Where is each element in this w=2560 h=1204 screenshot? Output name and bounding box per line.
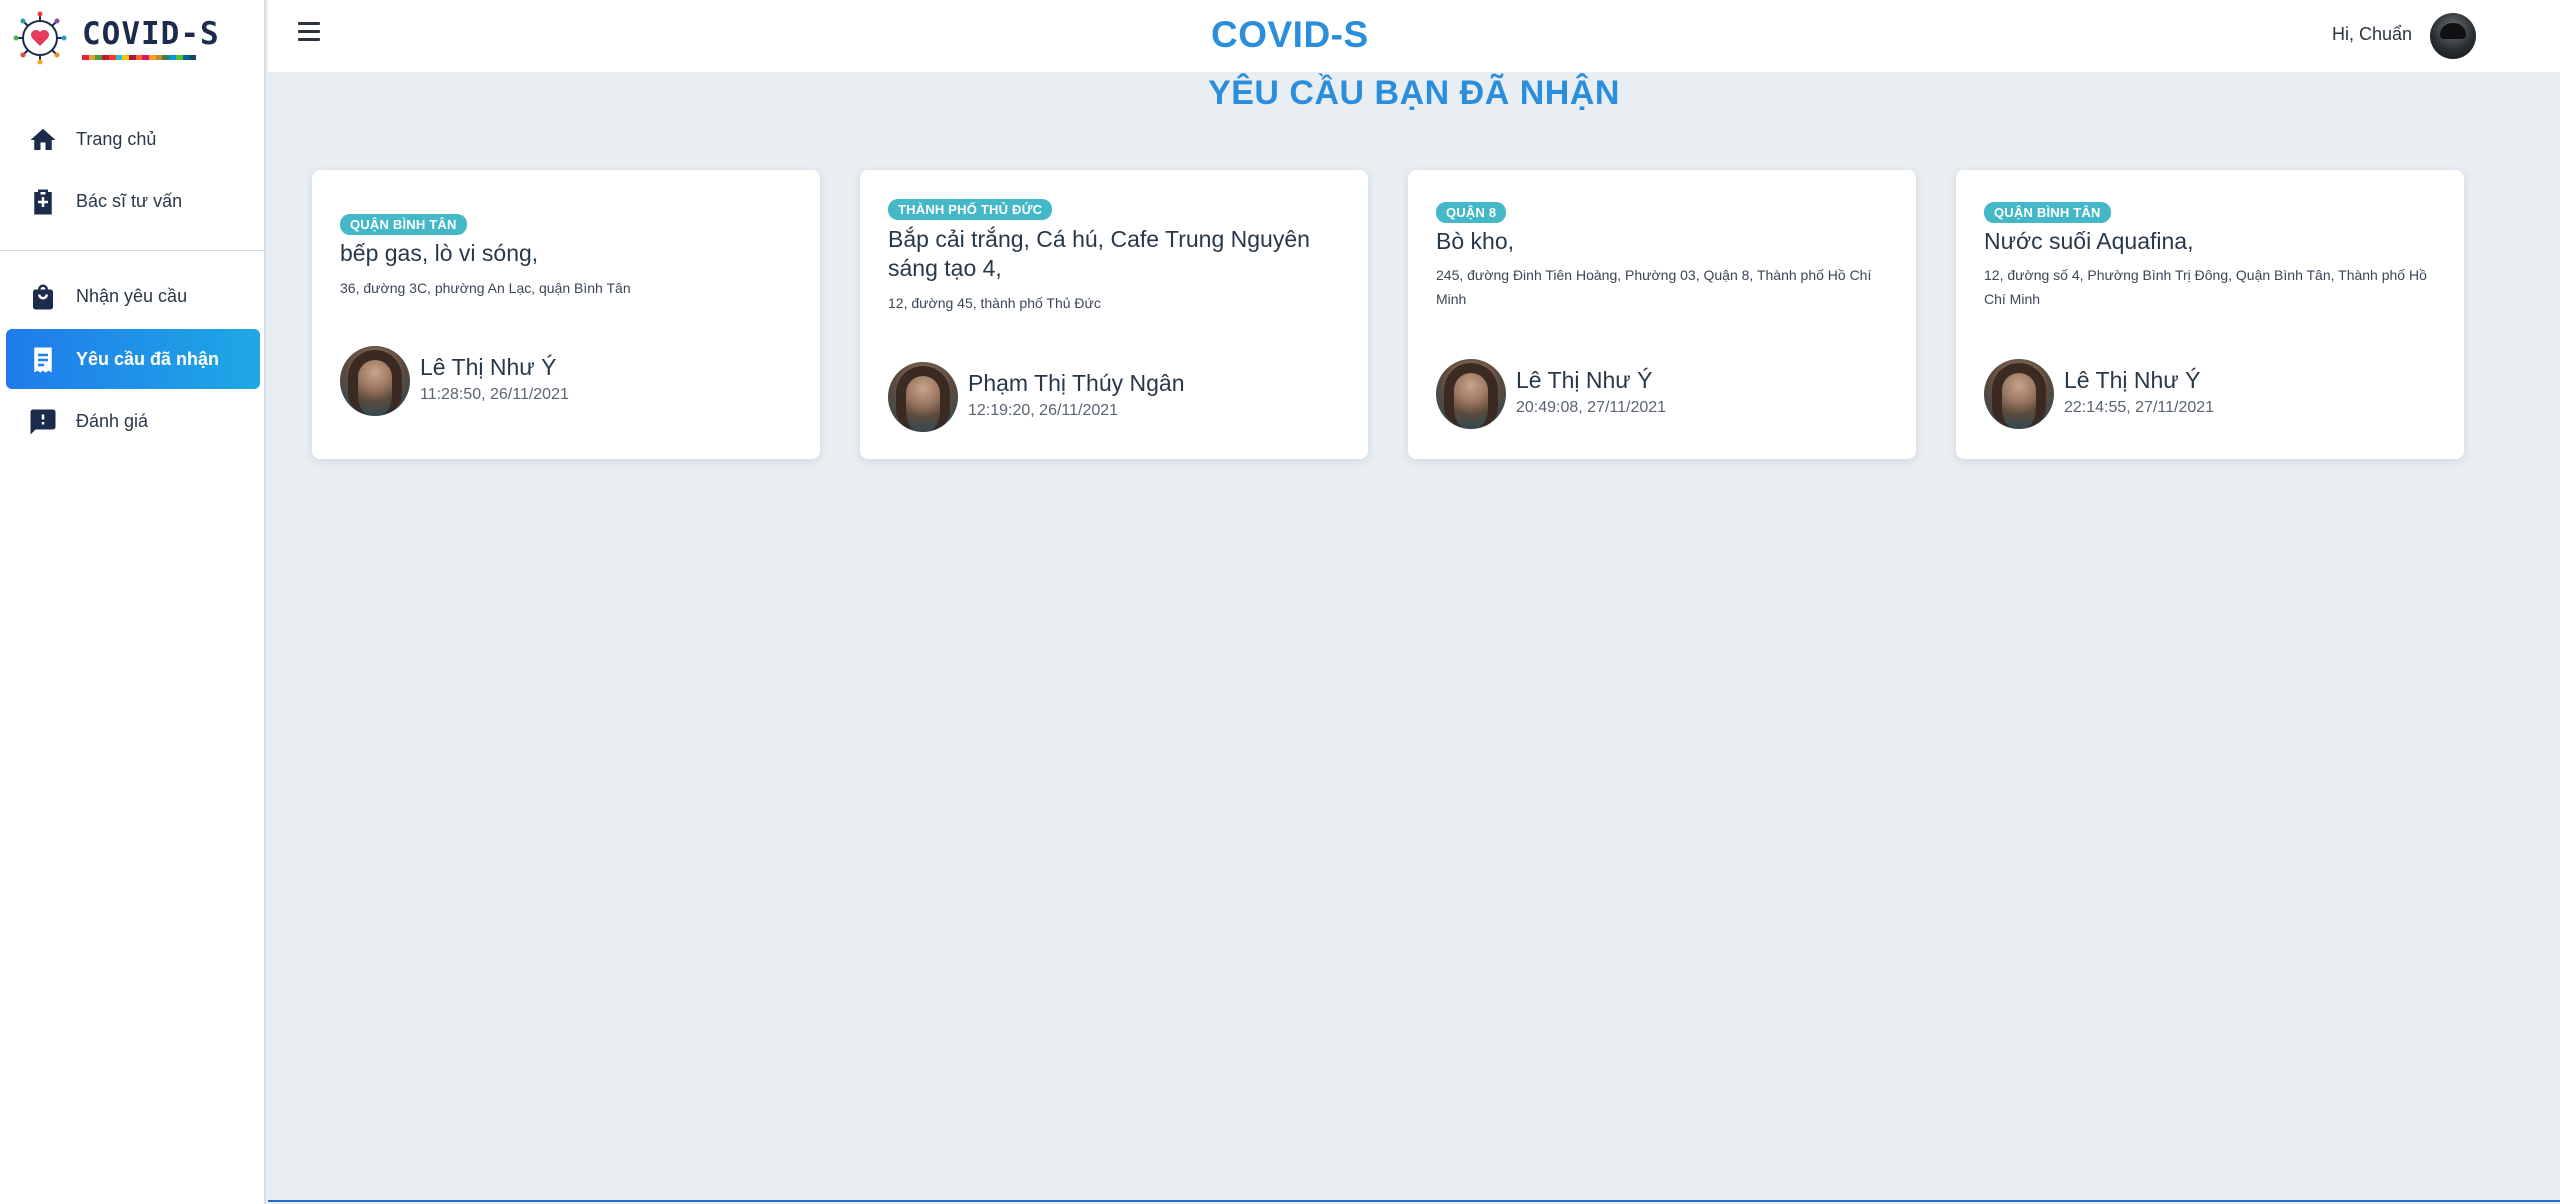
request-time: 22:14:55, 27/11/2021 xyxy=(2064,399,2215,416)
sidebar-item-label: Trang chủ xyxy=(76,128,157,149)
district-badge: QUẬN BÌNH TÂN xyxy=(340,214,467,235)
request-card[interactable]: QUẬN 8 Bò kho, 245, đường Đinh Tiên Hoàn… xyxy=(1408,170,1916,459)
requester-avatar xyxy=(1436,359,1506,429)
covid-virus-heart-icon xyxy=(12,10,68,66)
sidebar: COVID-S Trang chủ Bác sĩ tư vấn Nhận yêu… xyxy=(0,0,266,1204)
page-title: YÊU CẦU BẠN ĐÃ NHẬN xyxy=(1208,74,1620,112)
request-items: bếp gas, lò vi sóng, xyxy=(340,240,539,266)
request-card[interactable]: THÀNH PHỐ THỦ ĐỨC Bắp cải trắng, Cá hú, … xyxy=(860,170,1368,459)
request-address: 12, đường 45, thành phố Thủ Đức xyxy=(888,295,1101,311)
sidebar-item-home[interactable]: Trang chủ xyxy=(6,109,260,169)
district-badge: THÀNH PHỐ THỦ ĐỨC xyxy=(888,199,1053,220)
requester-name: Lê Thị Như Ý xyxy=(420,354,557,380)
sidebar-item-label: Đánh giá xyxy=(76,410,149,431)
user-avatar[interactable] xyxy=(2430,13,2476,59)
request-address: 12, đường số 4, Phường Bình Trị Đông, Qu… xyxy=(1984,267,2427,307)
request-time: 11:28:50, 26/11/2021 xyxy=(420,386,569,403)
sidebar-divider xyxy=(0,250,266,251)
request-items: Nước suối Aquafina, xyxy=(1984,228,2194,254)
sidebar-item-label: Yêu cầu đã nhận xyxy=(76,348,220,369)
footer-line xyxy=(268,1200,2560,1202)
menu-toggle-icon[interactable] xyxy=(298,22,320,46)
request-address: 36, đường 3C, phường An Lạc, quận Bình T… xyxy=(340,280,631,296)
requester-name: Lê Thị Như Ý xyxy=(1516,367,1653,393)
feedback-icon xyxy=(30,409,56,435)
district-badge: QUẬN BÌNH TÂN xyxy=(1984,202,2111,223)
requester-avatar xyxy=(888,362,958,432)
requester-avatar xyxy=(340,346,410,416)
logo-text: COVID-S xyxy=(82,15,220,52)
sidebar-item-doctor[interactable]: Bác sĩ tư vấn xyxy=(6,171,260,231)
requester-name: Lê Thị Như Ý xyxy=(2064,367,2201,393)
request-items: Bò kho, xyxy=(1436,228,1514,254)
request-time: 12:19:20, 26/11/2021 xyxy=(968,402,1119,419)
sidebar-item-receive-request[interactable]: Nhận yêu cầu xyxy=(6,266,260,326)
request-items: Bắp cải trắng, Cá hú, Cafe Trung Nguyên … xyxy=(888,226,1310,281)
home-icon xyxy=(30,128,56,150)
shopping-bag-icon xyxy=(33,284,53,310)
requester: Lê Thị Như Ý 11:28:50, 26/11/2021 xyxy=(340,346,780,416)
user-greeting: Hi, Chuẩn xyxy=(2331,24,2412,44)
requester: Phạm Thị Thúy Ngân 12:19:20, 26/11/2021 xyxy=(888,362,1328,432)
requester-name: Phạm Thị Thúy Ngân xyxy=(968,370,1185,396)
request-card[interactable]: QUẬN BÌNH TÂN Nước suối Aquafina, 12, đư… xyxy=(1956,170,2464,459)
medical-kit-icon xyxy=(34,189,52,215)
top-header: COVID-S Hi, Chuẩn xyxy=(268,0,2560,72)
request-address: 245, đường Đinh Tiên Hoàng, Phường 03, Q… xyxy=(1436,267,1872,307)
requester-avatar xyxy=(1984,359,2054,429)
request-card[interactable]: QUẬN BÌNH TÂN bếp gas, lò vi sóng, 36, đ… xyxy=(312,170,820,459)
logo-stripe xyxy=(82,54,196,60)
district-badge: QUẬN 8 xyxy=(1436,202,1507,223)
sidebar-item-label: Nhận yêu cầu xyxy=(76,285,188,306)
app-logo[interactable]: COVID-S xyxy=(12,10,220,66)
requester: Lê Thị Như Ý 20:49:08, 27/11/2021 xyxy=(1436,359,1876,429)
sidebar-item-label: Bác sĩ tư vấn xyxy=(76,190,183,211)
sidebar-item-received-requests[interactable]: Yêu cầu đã nhận xyxy=(6,329,260,389)
request-time: 20:49:08, 27/11/2021 xyxy=(1516,399,1667,416)
requester: Lê Thị Như Ý 22:14:55, 27/11/2021 xyxy=(1984,359,2424,429)
app-title: COVID-S xyxy=(1211,14,1369,55)
receipt-icon xyxy=(34,347,52,373)
sidebar-item-feedback[interactable]: Đánh giá xyxy=(6,391,260,451)
